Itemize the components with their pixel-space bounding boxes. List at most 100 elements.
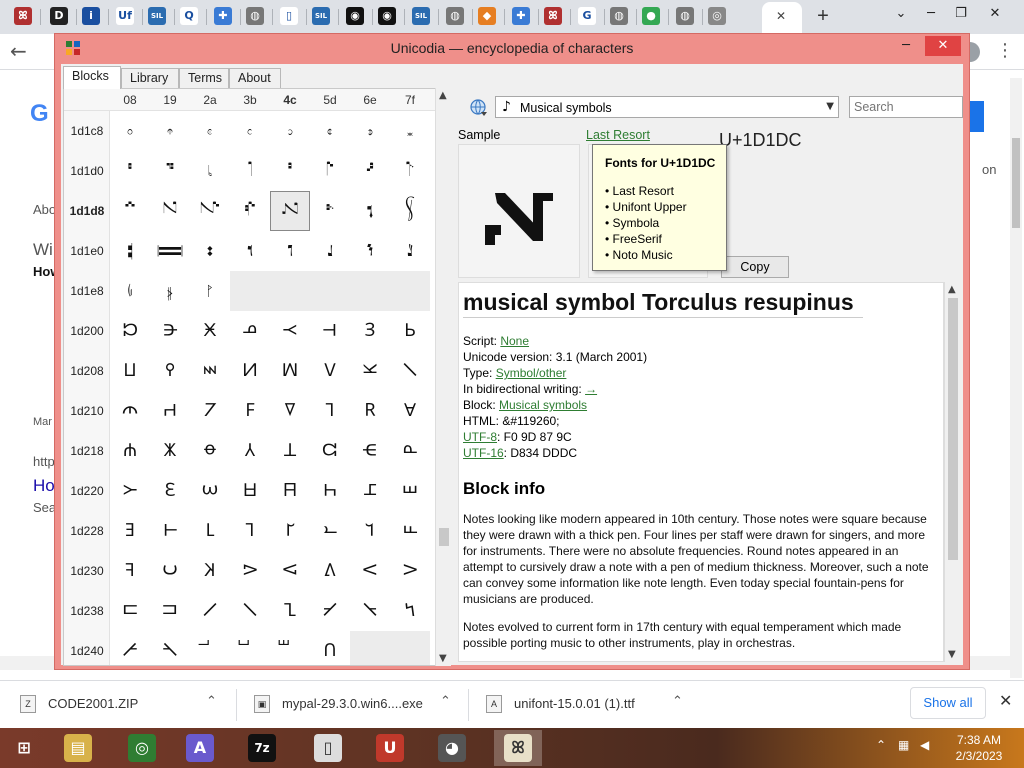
character-cell[interactable]: 𝈂 <box>190 311 230 351</box>
character-cell[interactable]: 𝇙 <box>150 191 190 231</box>
character-cell[interactable]: 𝇪 <box>190 271 230 311</box>
character-cell[interactable]: 𝈻 <box>230 591 270 631</box>
character-cell[interactable]: 𝈡 <box>150 471 190 511</box>
character-cell[interactable]: 𝈐 <box>110 391 150 431</box>
character-cell[interactable]: 𝇈 <box>110 111 150 151</box>
browser-close-button[interactable]: ✕ <box>980 2 1010 26</box>
character-cell[interactable]: 𝈌 <box>270 351 310 391</box>
google-icon[interactable]: G <box>578 7 596 25</box>
character-cell[interactable]: 𝈮 <box>350 511 390 551</box>
character-cell[interactable]: 𝈶 <box>350 551 390 591</box>
character-cell[interactable]: 𝈾 <box>350 591 390 631</box>
diamond-icon[interactable]: ◆ <box>478 7 496 25</box>
character-cell[interactable]: 𝇤 <box>270 231 310 271</box>
character-cell[interactable]: 𝇩 <box>150 271 190 311</box>
7zip-icon[interactable]: 7z <box>238 730 286 766</box>
character-cell[interactable]: 𝈍 <box>310 351 350 391</box>
globe-icon[interactable]: ◍ <box>246 7 264 25</box>
minimize-button[interactable]: ─ <box>893 36 919 56</box>
page-icon[interactable]: ▯ <box>280 7 298 25</box>
character-cell[interactable]: 𝈣 <box>230 471 270 511</box>
info-icon[interactable]: i <box>82 7 100 25</box>
swirl-icon[interactable]: ◉ <box>346 7 364 25</box>
character-cell[interactable]: 𝈫 <box>230 511 270 551</box>
character-cell[interactable]: 𝈜 <box>270 431 310 471</box>
character-cell[interactable]: 𝇐 <box>110 151 150 191</box>
character-cell[interactable]: 𝈨 <box>110 511 150 551</box>
tray-chevron-icon[interactable]: ⌃ <box>876 738 886 752</box>
window-titlebar[interactable]: Unicodia — encyclopedia of characters ─ … <box>55 34 969 62</box>
character-cell[interactable]: 𝈁 <box>150 311 190 351</box>
character-cell[interactable]: 𝈞 <box>350 431 390 471</box>
info-scrollbar[interactable]: ▲ ▼ <box>944 282 960 662</box>
scroll-thumb[interactable] <box>439 528 449 546</box>
character-cell[interactable]: 𝈲 <box>190 551 230 591</box>
globe-icon[interactable]: ◍ <box>676 7 694 25</box>
character-cell[interactable]: 𝇜 <box>270 191 310 231</box>
character-cell[interactable]: 𝇣 <box>230 231 270 271</box>
chevron-up-icon[interactable]: ⌃ <box>672 694 683 709</box>
character-cell[interactable]: 𝈏 <box>390 351 430 391</box>
file-explorer-icon[interactable]: ▤ <box>54 730 102 766</box>
character-cell[interactable]: 𝇌 <box>270 111 310 151</box>
character-cell[interactable]: 𝈗 <box>390 391 430 431</box>
character-cell[interactable]: 𝈥 <box>310 471 350 511</box>
character-cell[interactable]: 𝇟 <box>390 191 430 231</box>
character-cell[interactable]: 𝇔 <box>270 151 310 191</box>
tab-blocks[interactable]: Blocks <box>63 66 121 89</box>
back-arrow-icon[interactable]: ← <box>10 39 27 63</box>
unicode-icon[interactable]: ꕤ <box>14 7 32 25</box>
tab-terms[interactable]: Terms <box>179 68 229 88</box>
character-cell[interactable]: 𝇡 <box>150 231 190 271</box>
show-all-button[interactable]: Show all <box>910 687 986 719</box>
character-cell[interactable]: 𝇒 <box>190 151 230 191</box>
font-link[interactable]: Last Resort <box>586 128 650 142</box>
chevron-up-icon[interactable]: ⌃ <box>206 694 217 709</box>
character-cell[interactable]: 𝈚 <box>190 431 230 471</box>
character-cell[interactable]: 𝇥 <box>310 231 350 271</box>
font-app-icon[interactable]: A <box>176 730 224 766</box>
script-link[interactable]: None <box>500 334 529 348</box>
sil-icon[interactable]: SIL <box>148 7 166 25</box>
character-cell[interactable]: 𝈷 <box>390 551 430 591</box>
tab-about[interactable]: About <box>229 68 281 88</box>
download-item[interactable]: ▣ mypal-29.3.0.win6....exe ⌃ <box>254 693 454 717</box>
maps-icon[interactable]: ● <box>642 7 660 25</box>
character-cell[interactable]: 𝈴 <box>270 551 310 591</box>
character-cell[interactable]: 𝈀 <box>110 311 150 351</box>
character-cell[interactable]: 𝈆 <box>350 311 390 351</box>
character-cell[interactable]: 𝈹 <box>150 591 190 631</box>
character-cell[interactable]: 𝈦 <box>350 471 390 511</box>
tab-library[interactable]: Library <box>121 68 179 88</box>
raccoon-icon[interactable]: ◕ <box>428 730 476 766</box>
new-tab-button[interactable]: + <box>812 4 834 28</box>
unicodia-icon[interactable]: ꕤ <box>494 730 542 766</box>
document-icon[interactable]: ▯ <box>304 730 352 766</box>
character-cell[interactable]: 𝇠 <box>110 231 150 271</box>
globe-icon[interactable] <box>469 98 489 118</box>
character-cell[interactable]: 𝈟 <box>390 431 430 471</box>
scroll-up-icon[interactable]: ▲ <box>948 284 956 295</box>
block-link[interactable]: Musical symbols <box>499 398 587 412</box>
character-cell[interactable]: 𝈯 <box>390 511 430 551</box>
character-cell[interactable]: 𝇛 <box>230 191 270 231</box>
character-cell[interactable]: 𝇋 <box>230 111 270 151</box>
character-cell[interactable]: 𝈼 <box>270 591 310 631</box>
close-button[interactable]: ✕ <box>925 36 961 56</box>
character-cell[interactable]: 𝈑 <box>150 391 190 431</box>
character-cell[interactable]: 𝈈 <box>110 351 150 391</box>
unicode-icon[interactable]: ꕤ <box>544 7 562 25</box>
character-cell[interactable]: 𝈃 <box>230 311 270 351</box>
uf-icon[interactable]: Uf <box>116 7 134 25</box>
scroll-down-icon[interactable]: ▼ <box>439 653 447 664</box>
tab-search-button[interactable]: ⌄ <box>886 2 916 26</box>
scroll-down-icon[interactable]: ▼ <box>948 649 956 660</box>
character-cell[interactable]: 𝇚 <box>190 191 230 231</box>
download-item[interactable]: Z CODE2001.ZIP ⌃ <box>20 693 230 717</box>
character-cell[interactable]: 𝈭 <box>310 511 350 551</box>
character-cell[interactable]: 𝈅 <box>310 311 350 351</box>
character-cell[interactable]: 𝈰 <box>110 551 150 591</box>
page-scrollbar[interactable] <box>1010 78 1022 678</box>
character-cell[interactable]: 𝉅 <box>310 631 350 665</box>
search-input[interactable] <box>849 96 963 118</box>
